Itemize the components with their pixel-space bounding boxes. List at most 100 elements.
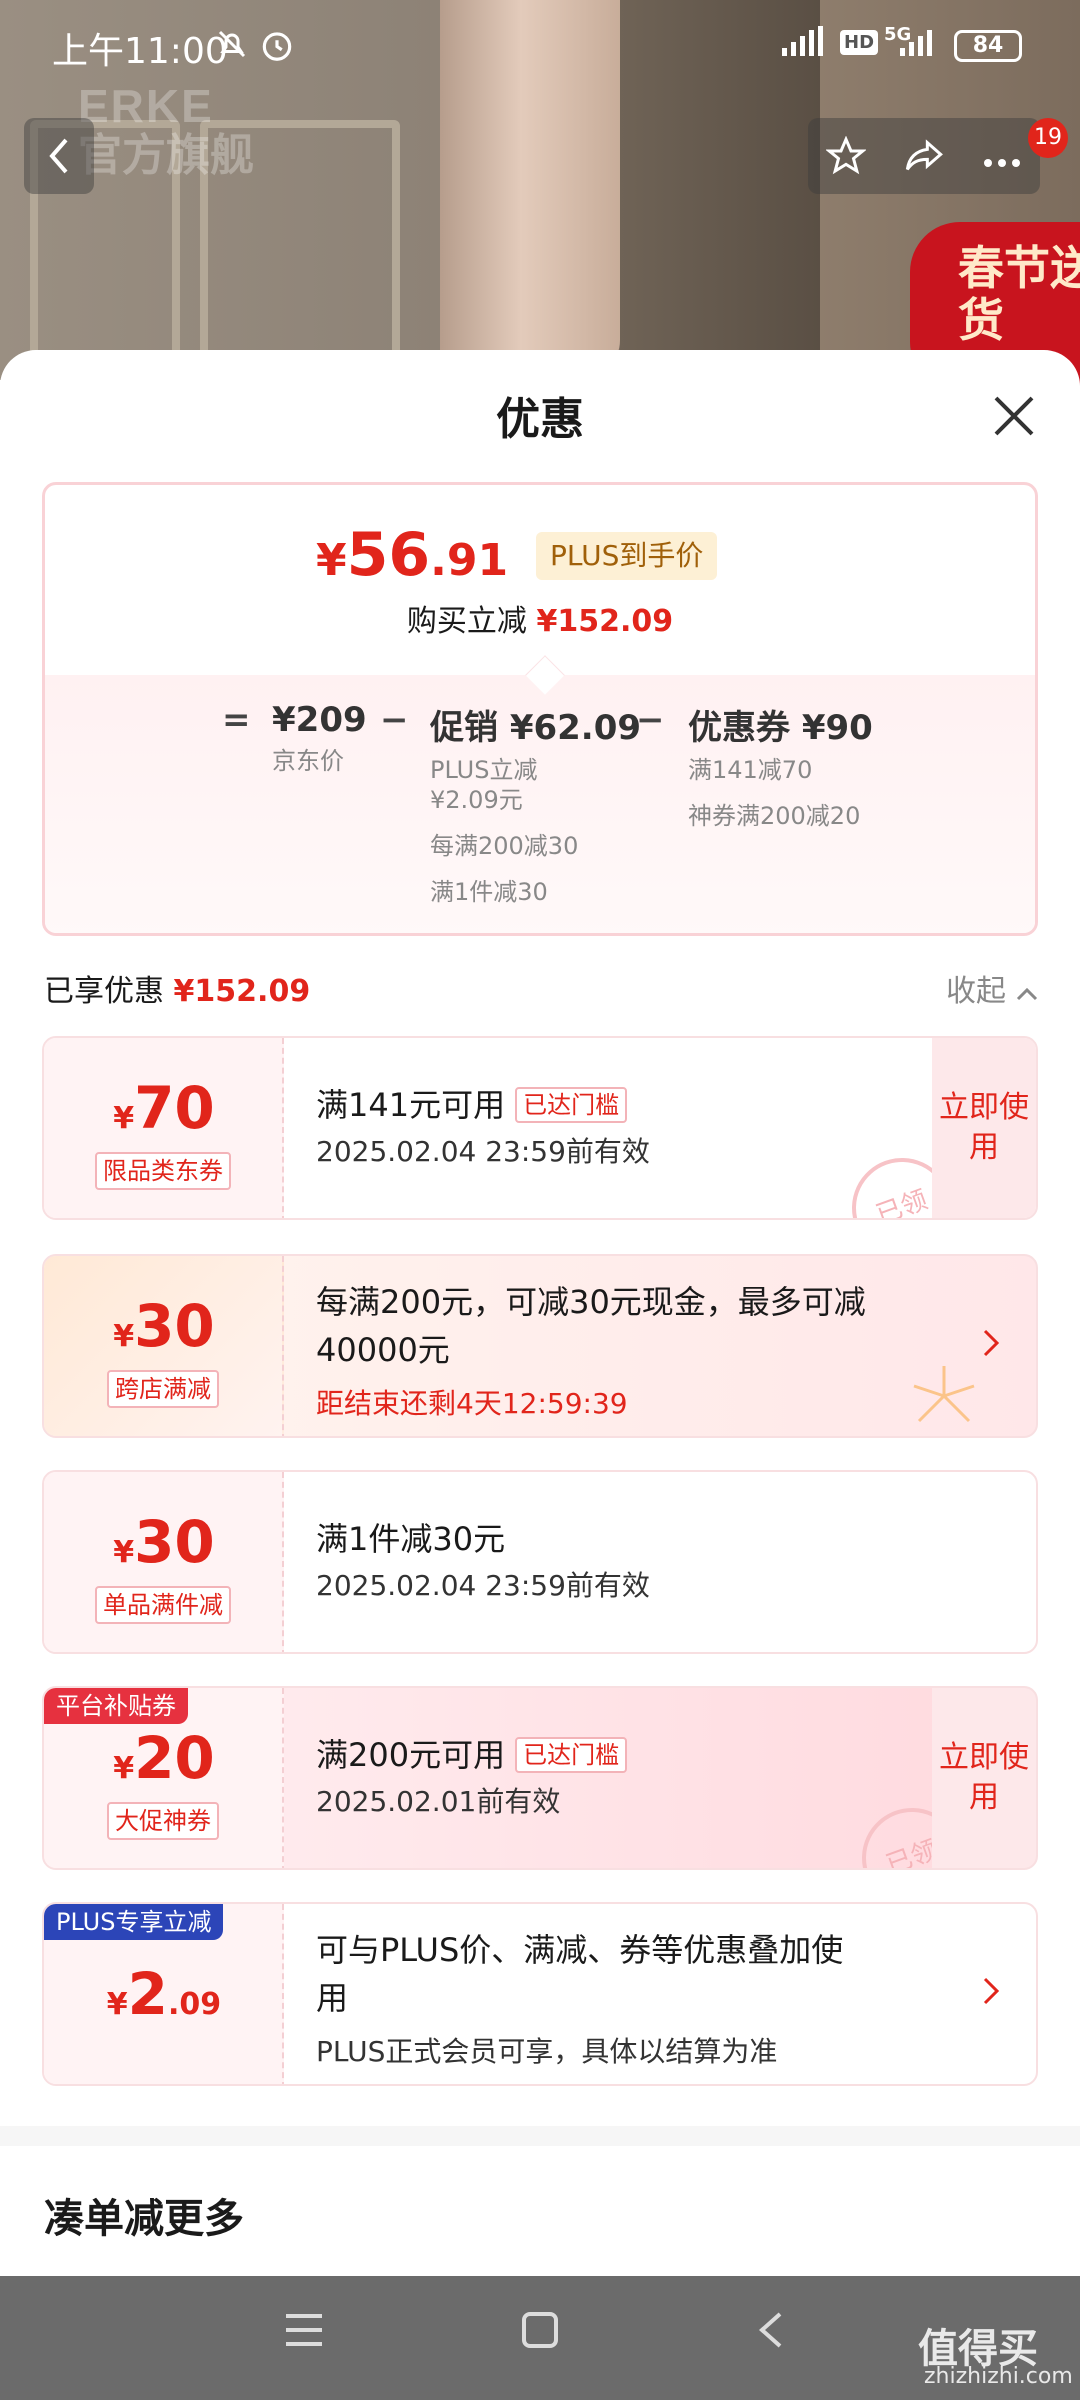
close-button[interactable] (986, 388, 1042, 444)
back-triangle-icon[interactable] (756, 2306, 786, 2362)
coupon-title-text: 满141元可用 (316, 1086, 506, 1124)
star-icon[interactable] (808, 118, 884, 194)
more-section-title: 凑单减更多 (44, 2196, 244, 2242)
status-time: 上午11:00 (52, 31, 228, 72)
enjoyed-value: ¥152.09 (173, 974, 311, 1009)
coupon-kind: 限品类东券 (95, 1152, 231, 1190)
jd-price-label: 京东价 (272, 747, 344, 775)
platform-subsidy-ribbon: 平台补贴券 (44, 1688, 188, 1724)
plus-price-tag: PLUS到手价 (536, 532, 718, 580)
coupon-left: PLUS专享立减 ¥2.09 (44, 1904, 284, 2084)
coupon-item: 神券满200减20 (688, 802, 861, 830)
equals-sign: = (222, 700, 251, 740)
coupon-yen: ¥ (113, 1319, 135, 1354)
alarm-icon (258, 26, 296, 72)
coupon-kind: 跨店满减 (107, 1370, 219, 1408)
promo-item: PLUS立减 (430, 756, 538, 784)
coupon-validity: 2025.02.01前有效 (316, 1785, 561, 1818)
coupon-left: 平台补贴券 ¥20 大促神券 (44, 1688, 284, 1868)
coupon-card[interactable]: ¥30 单品满件减 满1件减30元 2025.02.04 23:59前有效 (42, 1470, 1038, 1654)
top-action-bar (808, 118, 1040, 194)
chevron-right-icon[interactable] (982, 1326, 1000, 1367)
reduce-label: 购买立减 (406, 604, 527, 639)
minus-sign: − (636, 700, 665, 740)
coupon-note: PLUS正式会员可享，具体以结算为准 (316, 2035, 778, 2068)
coupon-amount-value: 30 (134, 1508, 215, 1576)
coupon-card[interactable]: 平台补贴券 ¥20 大促神券 满200元可用 已达门槛 2025.02.01前有效… (42, 1686, 1038, 1870)
coupon-countdown: 距结束还剩4天12:59:39 (316, 1387, 628, 1420)
bell-off-icon (214, 26, 250, 70)
enjoyed-label: 已享优惠 (44, 974, 164, 1009)
enjoyed-discount: 已享优惠 ¥152.09 (44, 966, 310, 1010)
sheet-title: 优惠 (496, 394, 584, 445)
coupon-left: ¥30 跨店满减 (44, 1256, 284, 1436)
collapse-button[interactable]: 收起 (946, 966, 1038, 1010)
coupon-amount: ¥30 (44, 1508, 284, 1576)
coupon-amount-value: 70 (134, 1074, 215, 1142)
chevron-right-icon[interactable] (982, 1974, 1000, 2015)
close-icon (994, 396, 1034, 436)
coupon-title: 满1件减30元 (316, 1520, 506, 1558)
coupon-title-text-2: 40000元 (316, 1331, 450, 1369)
promo-item: 每满200减30 (430, 832, 579, 860)
jd-price: ¥209 (272, 700, 367, 740)
coupon-left: ¥70 限品类东券 (44, 1038, 284, 1218)
reduce-value: ¥152.09 (536, 604, 674, 639)
price-dec: .91 (430, 535, 509, 586)
minus-sign: − (380, 700, 409, 740)
signal-icon (782, 26, 828, 64)
threshold-tag: 已达门槛 (515, 1737, 628, 1773)
coupon-title: 满141元可用 已达门槛 (316, 1080, 628, 1126)
coupon-title-text: 满200元可用 (316, 1736, 506, 1774)
coupon-card[interactable]: ¥70 限品类东券 满141元可用 已达门槛 2025.02.04 23:59前有… (42, 1036, 1038, 1220)
coupon-item: 满141减70 (688, 756, 813, 784)
watermark-url: zhizhizhi.com (924, 2364, 1073, 2389)
coupon-validity: 2025.02.04 23:59前有效 (316, 1569, 650, 1602)
signal-icon-2 (900, 26, 942, 64)
use-now-button[interactable]: 立即使用 (932, 1038, 1036, 1218)
coupon-column: 优惠券 ¥90 满141减70 神券满200减20 (688, 700, 873, 831)
coupon-title-text: 可与PLUS价、满减、券等优惠叠加使 (316, 1931, 844, 1969)
coupon-title-text: 每满200元，可减30元现金，最多可减 (316, 1283, 866, 1321)
coupon-validity: 2025.02.04 23:59前有效 (316, 1135, 650, 1168)
promo-total: 促销 ¥62.09 (430, 708, 642, 748)
coupon-amount-value: 30 (134, 1292, 215, 1360)
coupon-amount-value: 2 (127, 1960, 169, 2028)
final-price: ¥56.91 (316, 520, 508, 590)
use-now-button[interactable]: 立即使用 (932, 1688, 1036, 1868)
home-square-icon[interactable] (520, 2306, 560, 2362)
battery-indicator: 84 (954, 30, 1022, 62)
coupon-title: 每满200元，可减30元现金，最多可减 40000元 (316, 1278, 976, 1374)
section-divider (0, 2126, 1080, 2146)
coupon-yen: ¥ (113, 1535, 135, 1570)
coupon-title: 可与PLUS价、满减、券等优惠叠加使用 (316, 1926, 956, 2022)
coupon-total: 优惠券 ¥90 (688, 708, 873, 748)
coupon-amount: ¥20 (44, 1724, 284, 1792)
coupon-amount: ¥30 (44, 1292, 284, 1360)
threshold-tag: 已达门槛 (515, 1087, 628, 1123)
share-icon[interactable] (886, 118, 962, 194)
menu-icon[interactable] (282, 2306, 326, 2362)
coupon-amount-decimal: .09 (168, 1987, 222, 2022)
brand-logo-sub: 官方旗舰 (78, 130, 254, 181)
coupon-yen: ¥ (106, 1987, 128, 2022)
coupon-amount: ¥2.09 (44, 1960, 284, 2028)
purchase-reduce: 购买立减 ¥152.09 (0, 596, 1080, 640)
coupon-card[interactable]: ¥30 跨店满减 每满200元，可减30元现金，最多可减 40000元 距结束还剩… (42, 1254, 1038, 1438)
coupon-amount-value: 20 (134, 1724, 215, 1792)
plus-exclusive-ribbon: PLUS专享立减 (44, 1904, 224, 1940)
coupon-left: ¥30 单品满件减 (44, 1472, 284, 1652)
promo-item: ¥2.09元 (430, 786, 523, 814)
sparkle-decoration (913, 1366, 975, 1423)
jd-price-column: ¥209 京东价 (272, 700, 367, 776)
promo-item: 满1件减30 (430, 878, 548, 906)
coupon-card[interactable]: PLUS专享立减 ¥2.09 可与PLUS价、满减、券等优惠叠加使用 PLUS正… (42, 1902, 1038, 2086)
coupon-yen: ¥ (113, 1101, 135, 1136)
hd-icon: HD (840, 30, 879, 55)
coupon-kind: 单品满件减 (95, 1586, 231, 1624)
price-int: 56 (346, 520, 431, 590)
collapse-label: 收起 (946, 974, 1006, 1009)
back-button[interactable] (24, 118, 94, 194)
promo-column: 促销 ¥62.09 PLUS立减 ¥2.09元 每满200减30 满1件减30 (430, 700, 642, 907)
coupon-title: 满200元可用 已达门槛 (316, 1730, 628, 1776)
